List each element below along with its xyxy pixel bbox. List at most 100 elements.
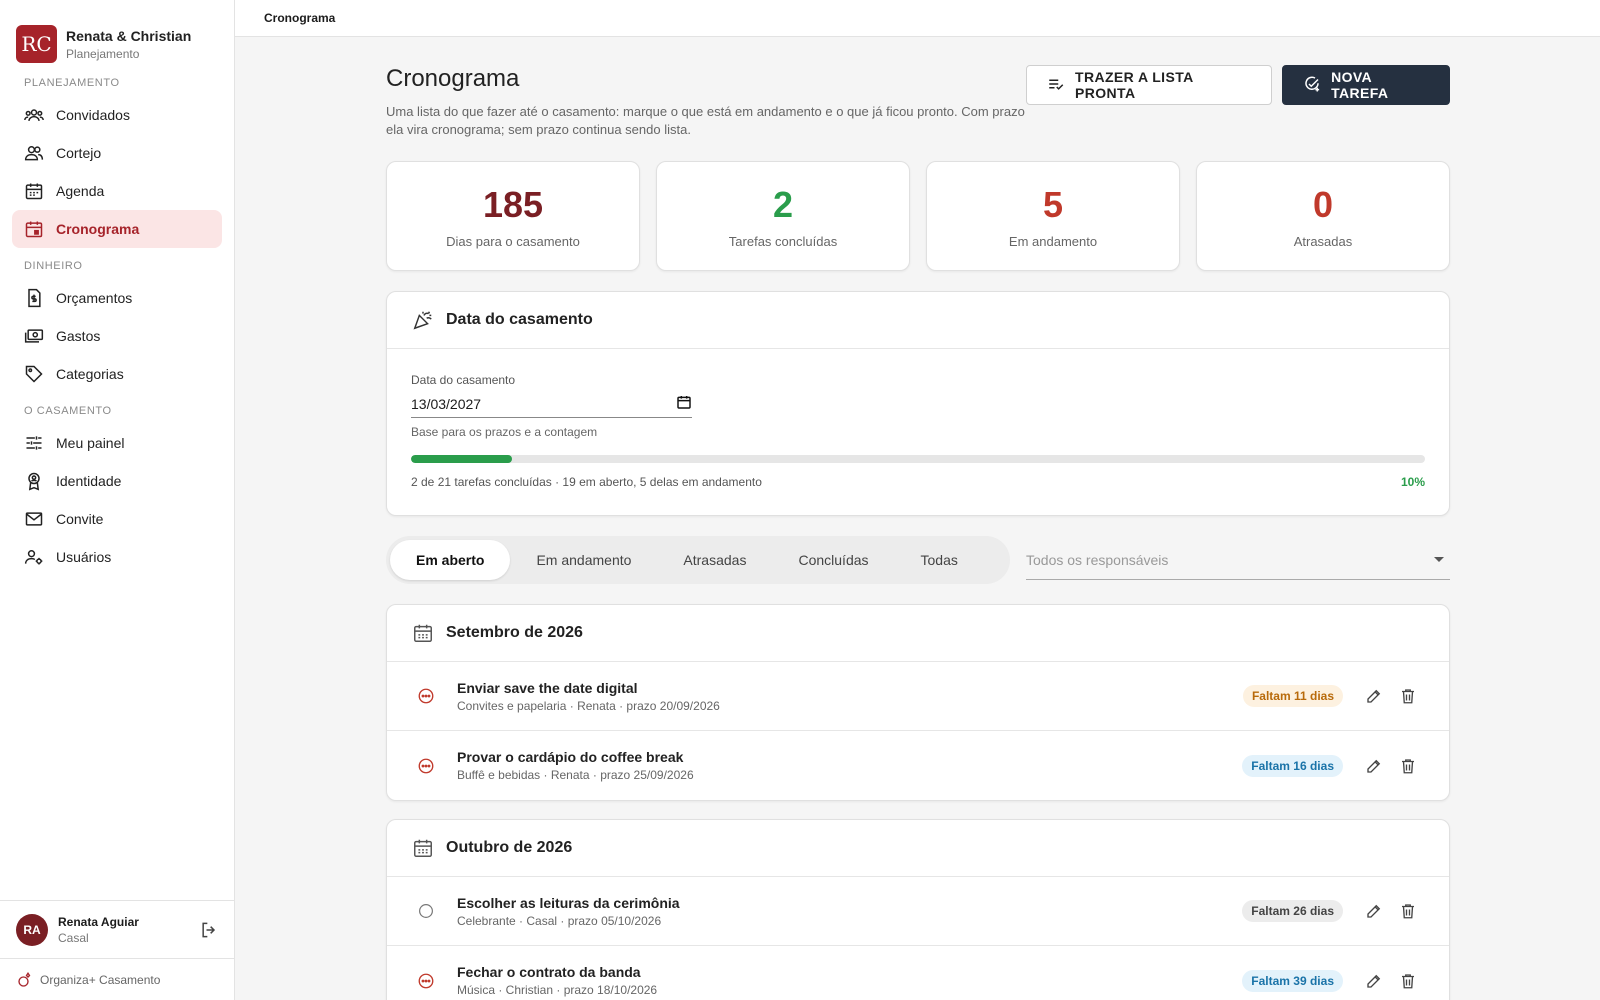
task-meta: Celebrante · Casal · prazo 05/10/2026 — [457, 913, 662, 928]
sidebar-item-convidados[interactable]: Convidados — [12, 96, 222, 134]
sidebar-item-label: Gastos — [56, 328, 101, 344]
page-title: Cronograma — [386, 65, 520, 92]
progress-bar — [411, 455, 1425, 463]
app-footer: Organiza+ Casamento — [0, 958, 235, 1000]
edit-icon[interactable] — [1357, 679, 1391, 713]
money-icon — [24, 326, 44, 346]
stat-card-done: 2 Tarefas concluídas — [656, 161, 910, 271]
import-list-button[interactable]: TRAZER A LISTA PRONTA — [1026, 65, 1273, 105]
progress-summary: 2 de 21 tarefas concluídas · 19 em abert… — [411, 475, 762, 489]
edit-icon[interactable] — [1357, 749, 1391, 783]
dropdown-arrow-icon — [1434, 557, 1444, 562]
task-title: Provar o cardápio do coffee break — [457, 749, 684, 765]
month-card: Setembro de 2026 Enviar save the date di… — [386, 604, 1450, 801]
task-title: Escolher as leituras da cerimônia — [457, 894, 680, 911]
delete-icon[interactable] — [1391, 679, 1425, 713]
status-in-progress-icon[interactable] — [411, 681, 441, 711]
stat-label: Tarefas concluídas — [728, 233, 838, 249]
celebration-icon — [412, 309, 434, 331]
delete-icon[interactable] — [1391, 964, 1425, 998]
page-description: Uma lista do que fazer até o casamento: … — [386, 104, 1025, 137]
playlist-icon — [1047, 75, 1065, 96]
delete-icon[interactable] — [1391, 749, 1425, 783]
task-title: Fechar o contrato da banda — [457, 964, 641, 980]
sidebar-item-label: Categorias — [56, 366, 124, 382]
stat-value: 185 — [482, 183, 544, 225]
brand-name: Renata & Christian — [66, 27, 192, 44]
wedding-date-input[interactable]: 13/03/2027 — [411, 390, 692, 418]
brand: RC Renata & Christian Planejamento — [0, 0, 234, 72]
section-label-planejamento: Planejamento — [24, 77, 120, 89]
sidebar-item-identidade[interactable]: Identidade — [12, 462, 222, 500]
stat-value: 5 — [1042, 183, 1064, 225]
sidebar-item-cronograma[interactable]: Cronograma — [12, 210, 222, 248]
sidebar-item-label: Identidade — [56, 473, 122, 489]
stat-value: 2 — [772, 183, 794, 225]
month-title: Setembro de 2026 — [446, 624, 583, 641]
tab-todas[interactable]: Todas — [895, 540, 984, 580]
edit-icon[interactable] — [1357, 894, 1391, 928]
avatar: RA — [16, 913, 48, 946]
status-open-icon[interactable] — [411, 896, 441, 926]
sidebar-item-categorias[interactable]: Categorias — [12, 355, 222, 393]
sidebar-item-label: Usuários — [56, 549, 112, 565]
stat-card-in-progress: 5 Em andamento — [926, 161, 1180, 271]
sidebar-item-label: Convidados — [56, 107, 130, 123]
tab-atrasadas[interactable]: Atrasadas — [657, 540, 772, 580]
sidebar-item-label: Meu painel — [56, 435, 125, 451]
badge-icon — [24, 471, 44, 491]
sidebar-item-label: Convite — [56, 511, 104, 527]
task-meta: Convites e papelaria · Renata · prazo 20… — [457, 698, 720, 713]
sidebar-item-agenda[interactable]: Agenda — [12, 172, 222, 210]
new-task-button[interactable]: NOVA TAREFA — [1282, 65, 1450, 105]
sidebar-item-usuarios[interactable]: Usuários — [12, 538, 222, 576]
sidebar: RC Renata & Christian Planejamento Plane… — [0, 0, 235, 1000]
deadline-chip: Faltam 26 dias — [1242, 900, 1343, 922]
status-in-progress-icon[interactable] — [411, 966, 441, 996]
status-tabs: Em aberto Em andamento Atrasadas Concluí… — [386, 536, 1010, 584]
tag-icon — [24, 364, 44, 384]
add-task-icon — [1303, 75, 1321, 96]
logout-icon[interactable] — [199, 920, 219, 940]
tab-em-andamento[interactable]: Em andamento — [510, 540, 657, 580]
responsible-select[interactable]: Todos os responsáveis — [1026, 540, 1450, 580]
sidebar-item-cortejo[interactable]: Cortejo — [12, 134, 222, 172]
sidebar-item-convite[interactable]: Convite — [12, 500, 222, 538]
mail-icon — [24, 509, 44, 529]
card-title: Data do casamento — [446, 311, 593, 328]
task-title: Enviar save the date digital — [457, 679, 638, 696]
app-footer-label: Organiza+ Casamento — [40, 972, 161, 987]
date-field-label: Data do casamento — [411, 373, 516, 387]
breadcrumb: Cronograma — [264, 11, 336, 25]
sidebar-item-gastos[interactable]: Gastos — [12, 317, 222, 355]
date-helper-text: Base para os prazos e a contagem — [411, 425, 598, 439]
edit-icon[interactable] — [1357, 964, 1391, 998]
stat-value: 0 — [1312, 183, 1334, 225]
stat-label: Atrasadas — [1293, 233, 1353, 249]
progress-percent: 10% — [1400, 475, 1425, 489]
stat-card-late: 0 Atrasadas — [1196, 161, 1450, 271]
task-row: Provar o cardápio do coffee break Buffê … — [387, 731, 1449, 800]
sidebar-item-label: Orçamentos — [56, 290, 133, 306]
tune-icon — [24, 433, 44, 453]
user-panel: RA Renata Aguiar Casal — [0, 900, 235, 958]
brand-subtitle: Planejamento — [66, 46, 140, 61]
delete-icon[interactable] — [1391, 894, 1425, 928]
status-in-progress-icon[interactable] — [411, 751, 441, 781]
stat-card-days: 185 Dias para o casamento — [386, 161, 640, 271]
deadline-chip: Faltam 39 dias — [1242, 969, 1343, 992]
stats-row: 185 Dias para o casamento 2 Tarefas conc… — [386, 161, 1450, 271]
sidebar-item-orcamentos[interactable]: Orçamentos — [12, 279, 222, 317]
sidebar-item-label: Agenda — [56, 183, 105, 199]
people-icon — [24, 105, 44, 125]
calendar-picker-icon[interactable] — [676, 394, 692, 413]
sidebar-item-meu-painel[interactable]: Meu painel — [12, 424, 222, 462]
tab-concluidas[interactable]: Concluídas — [772, 540, 894, 580]
task-row: Enviar save the date digital Convites e … — [387, 662, 1449, 731]
tab-em-aberto[interactable]: Em aberto — [390, 540, 511, 580]
month-title: Outubro de 2026 — [446, 839, 573, 856]
task-meta: Buffê e bebidas · Renata · prazo 25/09/2… — [457, 768, 694, 782]
rings-icon — [16, 971, 34, 989]
deadline-chip: Faltam 11 dias — [1242, 685, 1343, 707]
task-row: Escolher as leituras da cerimônia Celebr… — [387, 877, 1449, 946]
